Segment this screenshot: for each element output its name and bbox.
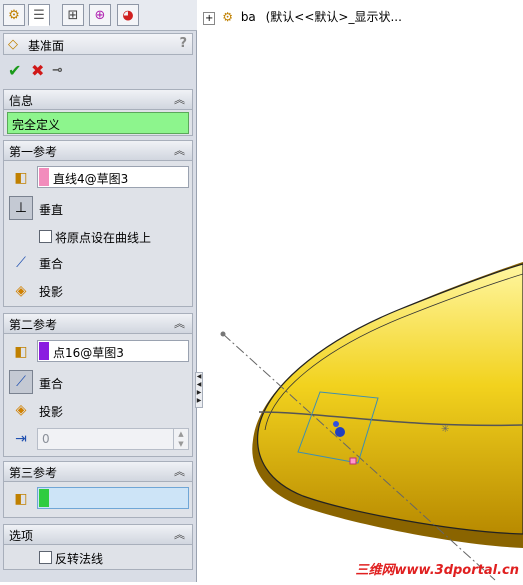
ok-check-icon[interactable]: ✔ (8, 61, 21, 80)
display-manager-icon: ◕ (122, 7, 134, 23)
model-view: ✳ (220, 262, 523, 581)
third-reference-header[interactable]: 第三参考 ︽ (4, 462, 192, 482)
collapse-chevron-icon[interactable]: ︽ (174, 526, 185, 542)
coincident-label: 重合 (39, 257, 64, 271)
property-manager-icon: ☰ (33, 7, 45, 23)
selected-point-small (333, 421, 339, 427)
third-reference-group: 第三参考 ︽ ◧ (3, 461, 193, 518)
panel-title: 基准面 (28, 39, 65, 53)
panel-title-bar: ◇ 基准面 ? (3, 33, 193, 55)
reference-cube-icon: ◧ (14, 170, 28, 186)
plane-icon: ◇ (8, 37, 18, 52)
collapse-chevron-icon[interactable]: ︽ (174, 315, 185, 331)
distance-icon: ⇥ (15, 431, 27, 447)
info-group-title: 信息 (9, 94, 34, 108)
collapse-chevron-icon[interactable]: ︽ (174, 142, 185, 158)
perpendicular-icon: ⊥ (14, 200, 28, 216)
selected-point (335, 427, 345, 437)
project-icon: ◈ (15, 283, 27, 299)
collapse-chevron-icon[interactable]: ︽ (174, 91, 185, 107)
dimxpert-tab[interactable]: ⊕ (89, 4, 111, 26)
coincident-label: 重合 (39, 377, 64, 391)
first-reference-text: 直线4@草图3 (53, 172, 129, 186)
collapse-chevron-icon[interactable]: ︽ (174, 463, 185, 479)
third-reference-title: 第三参考 (9, 466, 58, 480)
feature-tree-root[interactable]: + ⚙ ba (默认<<默认>_显示状... (203, 8, 402, 25)
project-label: 投影 (39, 285, 64, 299)
property-manager-tab[interactable]: ☰ (28, 4, 50, 26)
property-manager-panel: ⚙ ☰ ⊞ ⊕ ◕ ◇ 基准面 ? ✔ ✖ ⊸ 信息 ︽ 完全定义 第一参考 ︽… (0, 0, 197, 582)
part-name: ba (240, 10, 256, 24)
options-header[interactable]: 选项 ︽ (4, 525, 192, 545)
coincident-icon: ⟋ (16, 255, 26, 271)
dimxpert-icon: ⊕ (94, 7, 106, 23)
options-title: 选项 (9, 529, 34, 543)
configuration-manager-tab[interactable]: ⊞ (62, 4, 84, 26)
first-reference-selection[interactable]: 直线4@草图3 (37, 166, 189, 188)
distance-value: 0 (42, 432, 50, 446)
third-reference-selection[interactable] (37, 487, 189, 509)
plane-handle (349, 457, 357, 465)
second-reference-header[interactable]: 第二参考 ︽ (4, 314, 192, 334)
coincident-button[interactable]: ⟋ (9, 251, 33, 275)
green-swatch (39, 489, 49, 507)
coincident-button-pressed[interactable]: ⟋ (9, 370, 33, 394)
purple-swatch (39, 342, 49, 360)
status-text: 完全定义 (12, 118, 61, 132)
first-reference-group: 第一参考 ︽ ◧ 直线4@草图3 ⊥ 垂直 将原点设在曲线上 ⟋ 重合 ◈ 投影 (3, 140, 193, 307)
cancel-x-icon[interactable]: ✖ (31, 61, 44, 80)
origin-on-curve-checkbox[interactable] (39, 230, 52, 243)
first-reference-header[interactable]: 第一参考 ︽ (4, 141, 192, 161)
shoe-sole-top (256, 263, 523, 535)
project-label: 投影 (39, 405, 64, 419)
display-manager-tab[interactable]: ◕ (117, 4, 139, 26)
expand-plus-icon[interactable]: + (203, 12, 216, 25)
info-group-header[interactable]: 信息 ︽ (4, 90, 192, 110)
status-bar: 完全定义 (7, 112, 189, 134)
perpendicular-button[interactable]: ⊥ (9, 196, 33, 220)
options-group: 选项 ︽ 反转法线 (3, 524, 193, 570)
second-reference-title: 第二参考 (9, 318, 58, 332)
graphics-viewport[interactable]: ✳ (203, 0, 523, 582)
coincident-icon: ⟋ (16, 374, 26, 390)
part-icon: ⚙ (222, 10, 233, 24)
panel-collapse-handle[interactable]: ◀ ◀ ▶ ▶ (195, 372, 203, 408)
curve-marker: ✳ (441, 424, 449, 435)
configuration-manager-icon: ⊞ (67, 7, 79, 23)
flip-normal-label: 反转法线 (55, 552, 104, 566)
site-watermark: 三维网www.3dportal.cn (355, 563, 519, 578)
pink-swatch (39, 168, 49, 186)
distance-button[interactable]: ⇥ (9, 427, 33, 451)
feature-tree-icon: ⚙ (8, 7, 20, 23)
spin-arrows-icon[interactable]: ▲ ▼ (173, 429, 188, 449)
help-icon[interactable]: ? (179, 36, 187, 51)
feature-tree-tab[interactable]: ⚙ (3, 4, 25, 26)
reference-cube-icon: ◧ (14, 491, 28, 507)
origin-on-curve-label: 将原点设在曲线上 (55, 231, 152, 245)
flip-normal-checkbox[interactable] (39, 551, 52, 564)
project-icon: ◈ (15, 402, 27, 418)
pushpin-icon[interactable]: ⊸ (52, 63, 63, 78)
project-button[interactable]: ◈ (9, 398, 33, 422)
first-reference-title: 第一参考 (9, 145, 58, 159)
distance-input[interactable]: 0 ▲ ▼ (37, 428, 189, 450)
perpendicular-label: 垂直 (39, 203, 64, 217)
manager-tab-bar: ⚙ ☰ ⊞ ⊕ ◕ (0, 0, 197, 31)
reference-cube-icon: ◧ (14, 344, 28, 360)
project-button[interactable]: ◈ (9, 279, 33, 303)
second-reference-group: 第二参考 ︽ ◧ 点16@草图3 ⟋ 重合 ◈ 投影 ⇥ 0 ▲ ▼ (3, 313, 193, 457)
line-endpoint (220, 331, 226, 337)
second-reference-text: 点16@草图3 (53, 346, 124, 360)
info-group: 信息 ︽ 完全定义 (3, 89, 193, 136)
part-config: (默认<<默认>_显示状... (265, 10, 402, 24)
second-reference-selection[interactable]: 点16@草图3 (37, 340, 189, 362)
